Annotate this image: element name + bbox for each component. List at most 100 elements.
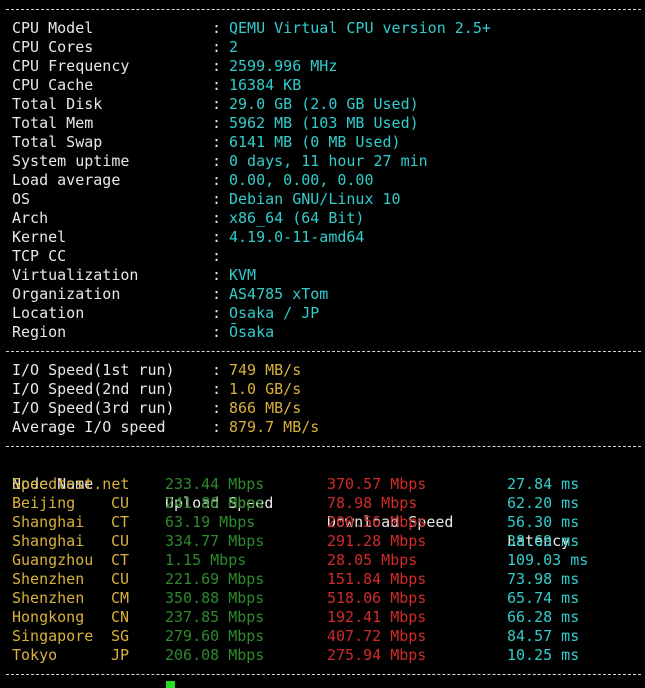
latency: 66.28 ms: [507, 608, 580, 626]
info-row: CPU Cores:2: [12, 38, 637, 57]
io-value: 749 MB/s: [229, 361, 302, 379]
table-row: Shanghai CT 63.19 Mbps 200.56 Mbps 56.30 ms: [12, 513, 637, 532]
speed-table-body: Speedtest.net 233.44 Mbps 370.57 Mbps 27.84…: [12, 475, 637, 665]
info-key: CPU Model: [12, 19, 94, 37]
info-colon: :: [212, 95, 222, 113]
info-row: Total Swap:6141 MB (0 MB Used): [12, 133, 637, 152]
info-key: Location: [12, 304, 85, 322]
io-row: Average I/O speed:879.7 MB/s: [12, 418, 637, 437]
info-key: OS: [12, 190, 31, 208]
io-value: 1.0 GB/s: [229, 380, 302, 398]
node-isp: CN: [111, 608, 130, 626]
io-key: I/O Speed(2nd run): [12, 380, 175, 398]
info-key: Load average: [12, 171, 121, 189]
info-key: Arch: [12, 209, 49, 227]
info-row: CPU Frequency:2599.996 MHz: [12, 57, 637, 76]
info-row: Total Mem:5962 MB (103 MB Used): [12, 114, 637, 133]
node-name: Shenzhen: [12, 589, 85, 607]
info-value: 0 days, 11 hour 27 min: [229, 152, 428, 170]
info-colon: :: [212, 209, 222, 227]
table-row: Tokyo JP 206.08 Mbps 275.94 Mbps 10.25 ms: [12, 646, 637, 665]
node-name: Tokyo: [12, 646, 58, 664]
node-name: Shenzhen: [12, 570, 85, 588]
node-isp: CU: [111, 494, 130, 512]
latency: 38.69 ms: [507, 532, 580, 550]
io-colon: :: [212, 380, 222, 398]
info-key: Total Swap: [12, 133, 103, 151]
info-key: Virtualization: [12, 266, 139, 284]
upload-speed: 221.69 Mbps: [165, 570, 265, 588]
info-value: 6141 MB (0 MB Used): [229, 133, 401, 151]
download-speed: 192.41 Mbps: [327, 608, 427, 626]
node-name: Singapore: [12, 627, 94, 645]
node-name: Shanghai: [12, 513, 85, 531]
info-colon: :: [212, 38, 222, 56]
table-row: Speedtest.net 233.44 Mbps 370.57 Mbps 27.84…: [12, 475, 637, 494]
info-row: Load average:0.00, 0.00, 0.00: [12, 171, 637, 190]
info-value: 5962 MB (103 MB Used): [229, 114, 419, 132]
speed-table-header: Node Name Upload Speed Download Speed La…: [12, 456, 637, 550]
node-isp: CU: [111, 532, 130, 550]
terminal-output: CPU Model: QEMU Virtual CPU version 2.5+ C…: [6, 0, 641, 684]
info-colon: :: [212, 266, 222, 284]
io-key: I/O Speed(3rd run): [12, 399, 175, 417]
info-colon: :: [212, 285, 222, 303]
download-speed: 275.94 Mbps: [327, 646, 427, 664]
info-key: CPU Cache: [12, 76, 94, 94]
info-value: 2599.996 MHz: [229, 57, 338, 75]
info-row: OS: Debian GNU/Linux 10: [12, 190, 637, 209]
table-row: Singapore SG 279.60 Mbps 407.72 Mbps 84.57 m…: [12, 627, 637, 646]
table-row: Shanghai CU 334.77 Mbps 291.28 Mbps 38.69 ms: [12, 532, 637, 551]
io-test-section: I/O Speed(1st run):749 MB/s I/O Speed(2nd…: [12, 361, 637, 437]
terminal-cursor[interactable]: [166, 681, 175, 688]
system-info-section: CPU Model: QEMU Virtual CPU version 2.5+ C…: [12, 19, 637, 342]
info-row: Total Disk:29.0 GB (2.0 GB Used): [12, 95, 637, 114]
info-row: Kernel:4.19.0-11-amd64: [12, 228, 637, 247]
info-row: Region: Ōsaka: [12, 323, 637, 342]
info-key: System uptime: [12, 152, 130, 170]
info-value: 2: [229, 38, 239, 56]
table-row: Shenzhen CM 350.88 Mbps 518.06 Mbps 65.74 ms: [12, 589, 637, 608]
upload-speed: 350.88 Mbps: [165, 589, 265, 607]
info-row: Location: Osaka / JP: [12, 304, 637, 323]
info-value: Debian GNU/Linux 10: [229, 190, 401, 208]
io-row: I/O Speed(3rd run):866 MB/s: [12, 399, 637, 418]
upload-speed: 206.08 Mbps: [165, 646, 265, 664]
info-key: CPU Cores: [12, 38, 94, 56]
latency: 27.84 ms: [507, 475, 580, 493]
info-key: Total Mem: [12, 114, 94, 132]
upload-speed: 233.44 Mbps: [165, 475, 265, 493]
io-key: I/O Speed(1st run): [12, 361, 175, 379]
latency: 56.30 ms: [507, 513, 580, 531]
info-key: Region: [12, 323, 67, 341]
separator-line: [6, 0, 641, 19]
node-isp: CT: [111, 551, 130, 569]
info-colon: :: [212, 76, 222, 94]
io-colon: :: [212, 418, 222, 436]
node-isp: CT: [111, 513, 130, 531]
download-speed: 28.05 Mbps: [327, 551, 418, 569]
info-value: 16384 KB: [229, 76, 302, 94]
latency: 10.25 ms: [507, 646, 580, 664]
download-speed: 78.98 Mbps: [327, 494, 418, 512]
info-colon: :: [212, 171, 222, 189]
download-speed: 370.57 Mbps: [327, 475, 427, 493]
info-colon: :: [212, 19, 222, 37]
info-colon: :: [212, 323, 222, 341]
info-key: CPU Frequency: [12, 57, 130, 75]
separator-line: [6, 342, 641, 361]
upload-speed: 237.85 Mbps: [165, 608, 265, 626]
info-value: Osaka / JP: [229, 304, 320, 322]
node-isp: CM: [111, 589, 130, 607]
info-colon: :: [212, 228, 222, 246]
latency: 65.74 ms: [507, 589, 580, 607]
info-key: Kernel: [12, 228, 67, 246]
latency: 62.20 ms: [507, 494, 580, 512]
info-row: System uptime:0 days, 11 hour 27 min: [12, 152, 637, 171]
download-speed: 407.72 Mbps: [327, 627, 427, 645]
download-speed: 518.06 Mbps: [327, 589, 427, 607]
info-value: 29.0 GB (2.0 GB Used): [229, 95, 419, 113]
latency: 73.98 ms: [507, 570, 580, 588]
info-colon: :: [212, 57, 222, 75]
io-row: I/O Speed(2nd run):1.0 GB/s: [12, 380, 637, 399]
